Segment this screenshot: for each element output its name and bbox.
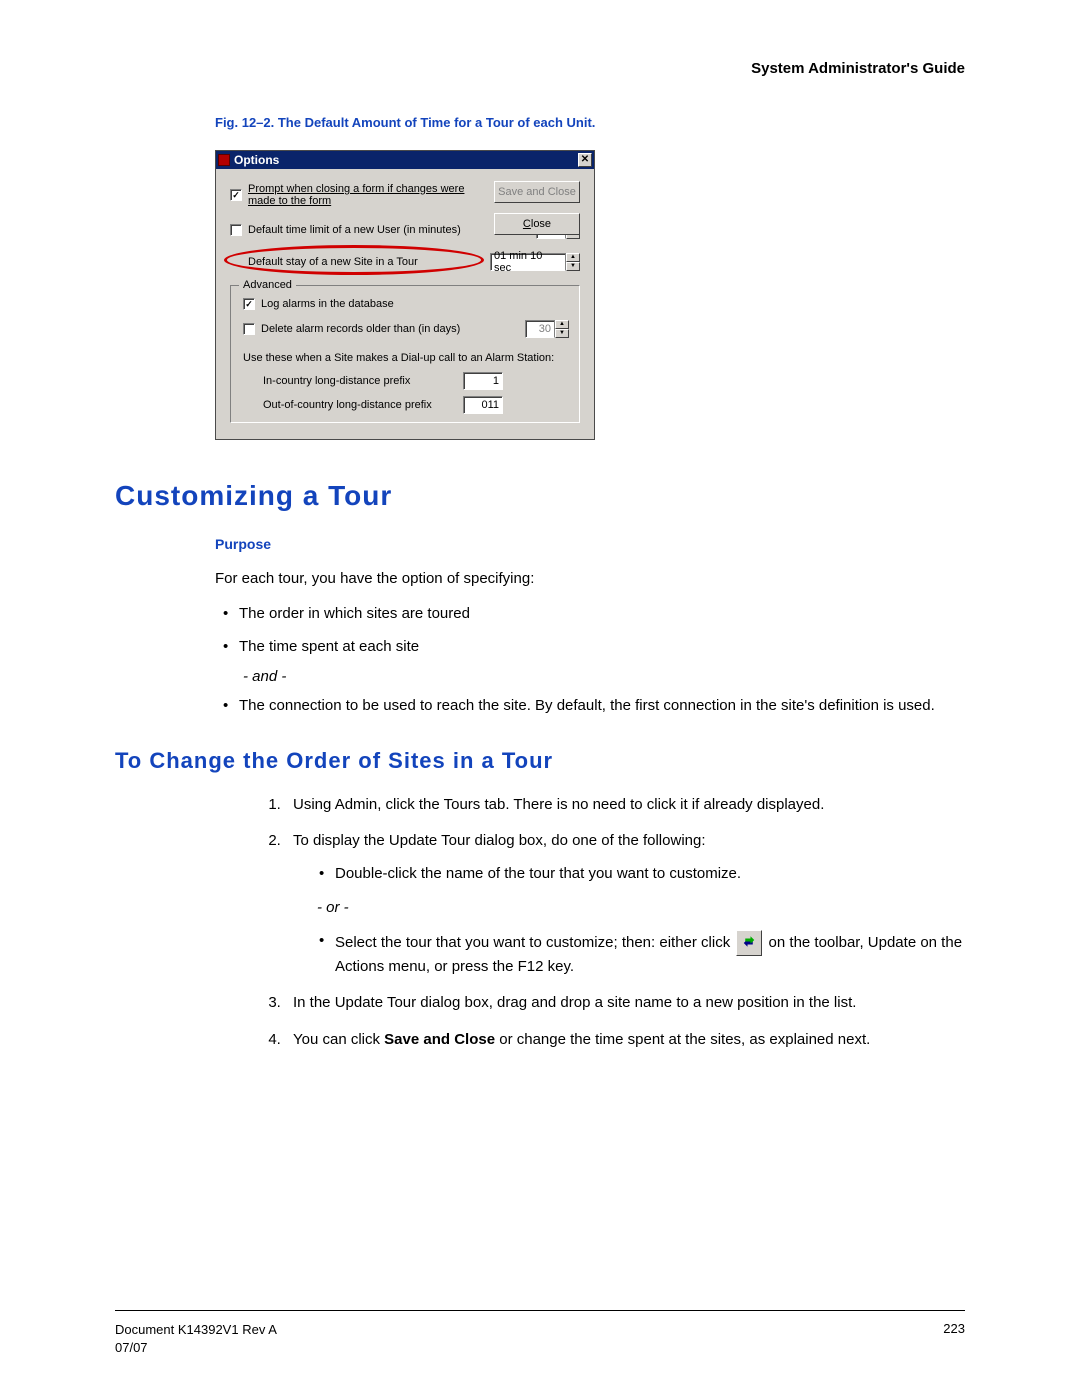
purpose-bullet-1: The order in which sites are toured <box>215 603 965 626</box>
log-alarms-checkbox[interactable]: ✓ <box>243 298 255 310</box>
advanced-fieldset: Advanced ✓ Log alarms in the database De… <box>230 285 580 423</box>
spinner-up-icon[interactable]: ▲ <box>566 253 580 262</box>
app-icon <box>218 154 230 166</box>
step-1: Using Admin, click the Tours tab. There … <box>285 794 965 817</box>
in-country-prefix-input[interactable]: 1 <box>463 372 503 390</box>
and-separator: - and - <box>243 668 965 685</box>
purpose-bullet-3: The connection to be used to reach the s… <box>215 695 965 718</box>
spinner-down-icon[interactable]: ▼ <box>555 329 569 338</box>
default-stay-input[interactable]: 01 min 10 sec <box>490 253 566 271</box>
options-dialog: Options ✕ Save and Close CCloselose ✓ Pr… <box>215 150 595 440</box>
save-and-close-button[interactable]: Save and Close <box>494 181 580 203</box>
step-2a: Double-click the name of the tour that y… <box>311 863 965 886</box>
footer-date: 07/07 <box>115 1339 277 1357</box>
footer-page-number: 223 <box>943 1321 965 1357</box>
default-time-label: Default time limit of a new User (in min… <box>248 224 536 236</box>
step-2: To display the Update Tour dialog box, d… <box>285 830 965 978</box>
delete-older-label: Delete alarm records older than (in days… <box>261 323 525 335</box>
purpose-intro-text: For each tour, you have the option of sp… <box>215 568 965 589</box>
prompt-changes-checkbox[interactable]: ✓ <box>230 189 242 201</box>
section-heading-change-order: To Change the Order of Sites in a Tour <box>115 748 965 774</box>
out-country-prefix-label: Out-of-country long-distance prefix <box>263 399 463 411</box>
close-button[interactable]: CCloselose <box>494 213 580 235</box>
or-separator: - or - <box>317 897 965 920</box>
default-time-checkbox[interactable] <box>230 224 242 236</box>
default-stay-label: Default stay of a new Site in a Tour <box>230 256 490 268</box>
advanced-legend: Advanced <box>239 279 296 291</box>
delete-older-input[interactable]: 30 <box>525 320 555 338</box>
footer-document-id: Document K14392V1 Rev A <box>115 1321 277 1339</box>
spinner-up-icon[interactable]: ▲ <box>555 320 569 329</box>
out-country-prefix-input[interactable]: 011 <box>463 396 503 414</box>
purpose-heading: Purpose <box>215 536 965 552</box>
prompt-changes-label: Prompt when closing a form if changes we… <box>248 183 480 207</box>
close-icon[interactable]: ✕ <box>578 153 592 167</box>
figure-caption: Fig. 12–2. The Default Amount of Time fo… <box>215 115 965 130</box>
dialup-intro-label: Use these when a Site makes a Dial-up ca… <box>243 352 569 364</box>
log-alarms-label: Log alarms in the database <box>261 298 569 310</box>
dialog-title: Options <box>234 153 279 167</box>
dialog-titlebar: Options ✕ <box>216 151 594 169</box>
step-2b: Select the tour that you want to customi… <box>311 930 965 979</box>
section-heading-customizing: Customizing a Tour <box>115 480 965 512</box>
step-4: You can click Save and Close or change t… <box>285 1029 965 1052</box>
update-toolbar-icon[interactable] <box>736 930 762 956</box>
page-header-title: System Administrator's Guide <box>115 60 965 77</box>
delete-older-checkbox[interactable] <box>243 323 255 335</box>
in-country-prefix-label: In-country long-distance prefix <box>263 375 463 387</box>
page-footer: Document K14392V1 Rev A 07/07 223 <box>115 1310 965 1357</box>
purpose-bullet-2: The time spent at each site <box>215 636 965 659</box>
step-3: In the Update Tour dialog box, drag and … <box>285 992 965 1015</box>
spinner-down-icon[interactable]: ▼ <box>566 262 580 271</box>
